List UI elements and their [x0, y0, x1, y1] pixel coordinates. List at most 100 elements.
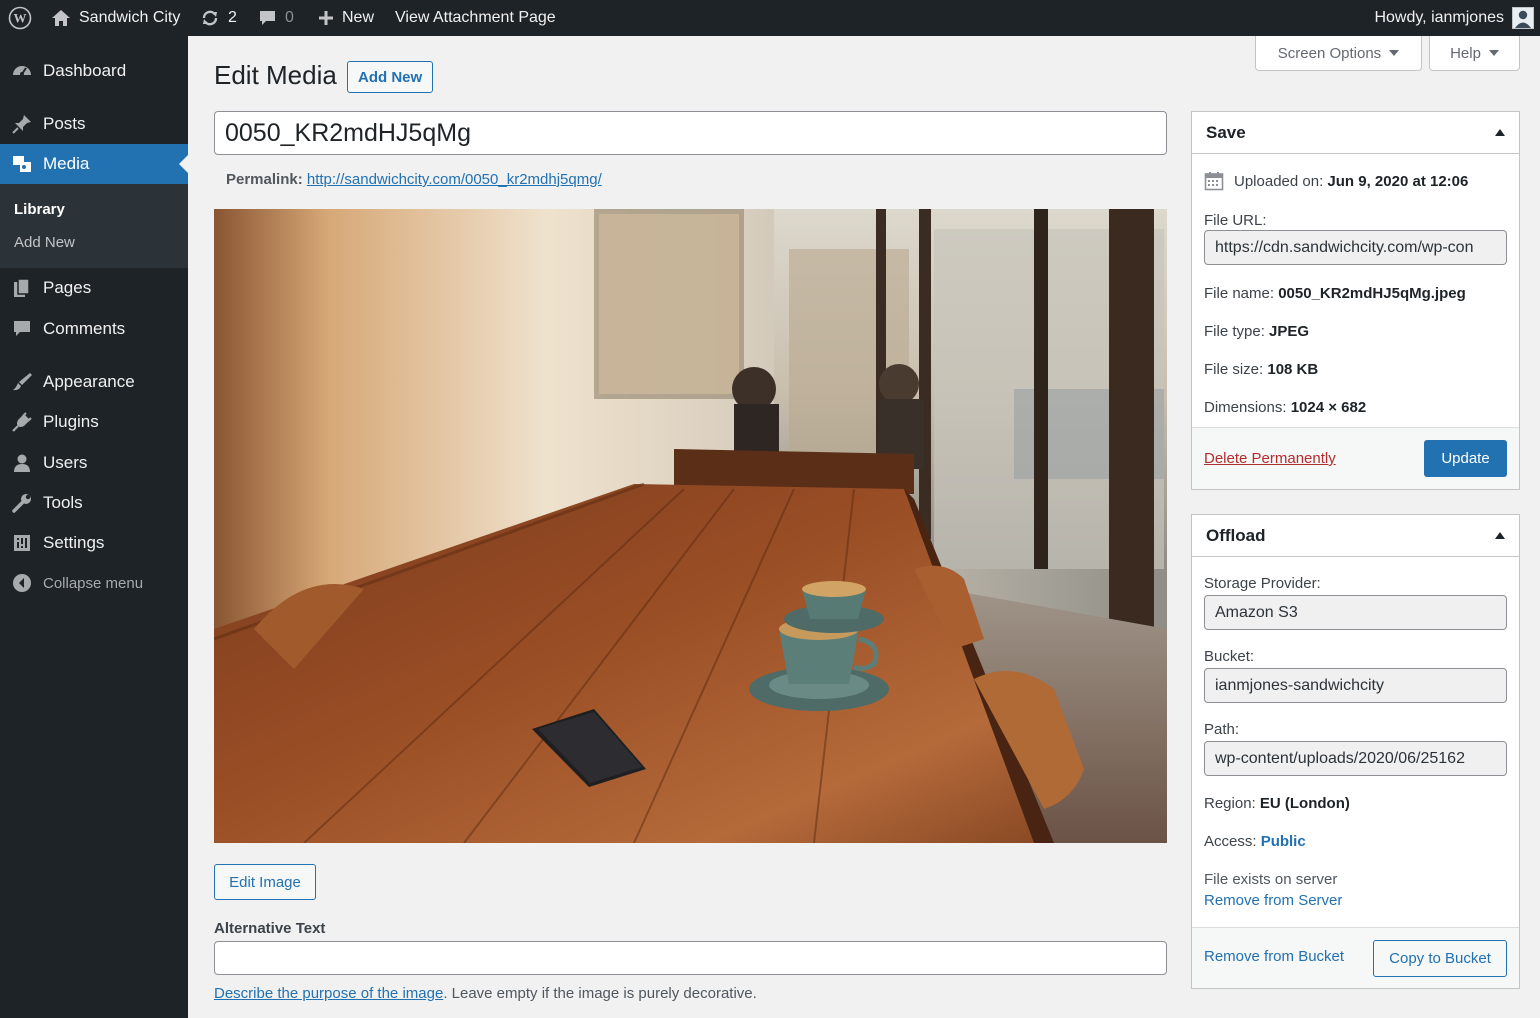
menu-users[interactable]: Users — [0, 443, 188, 483]
comments-link[interactable]: 0 — [258, 0, 294, 36]
region-label: Region: — [1204, 795, 1256, 812]
offload-box-header[interactable]: Offload — [1192, 515, 1519, 557]
plug-icon — [11, 411, 33, 433]
file-url-field[interactable]: https://cdn.sandwichcity.com/wp-con — [1204, 230, 1507, 265]
menu-label: Users — [43, 453, 88, 472]
site-name: Sandwich City — [79, 9, 181, 26]
dashboard-icon — [11, 60, 33, 82]
permalink-label: Permalink: — [226, 171, 303, 188]
bucket-label: Bucket: — [1204, 648, 1255, 665]
menu-appearance[interactable]: Appearance — [0, 362, 188, 402]
view-attachment-link[interactable]: View Attachment Page — [395, 0, 556, 36]
comments-count: 0 — [285, 9, 294, 26]
file-name-value: 0050_KR2mdHJ5qMg.jpeg — [1278, 285, 1466, 302]
menu-settings[interactable]: Settings — [0, 523, 188, 563]
plus-icon — [319, 11, 333, 25]
menu-label: Pages — [43, 278, 92, 297]
menu-plugins[interactable]: Plugins — [0, 402, 188, 442]
dimensions-label: Dimensions: — [1204, 399, 1287, 416]
updates-count: 2 — [228, 9, 237, 26]
alt-text-label: Alternative Text — [214, 920, 326, 937]
collapse-menu-button[interactable]: Collapse menu — [0, 563, 188, 603]
pin-icon — [11, 113, 33, 135]
edit-image-button[interactable]: Edit Image — [214, 864, 316, 900]
remove-from-bucket-link[interactable]: Remove from Bucket — [1204, 948, 1344, 965]
file-type-row: File type: JPEG — [1204, 323, 1309, 340]
server-status: File exists on server — [1204, 871, 1338, 888]
screen-options-button[interactable]: Screen Options — [1255, 36, 1422, 71]
alt-text-input[interactable] — [214, 941, 1167, 975]
admin-bar: W Sandwich City 2 0 New View Attachment … — [0, 0, 1540, 36]
add-new-button[interactable]: Add New — [347, 61, 434, 93]
file-type-value: JPEG — [1269, 323, 1310, 340]
help-button[interactable]: Help — [1429, 36, 1520, 71]
menu-media[interactable]: Media — [0, 144, 188, 184]
admin-menu: Dashboard Posts Media Library Add New Pa… — [0, 36, 188, 1018]
save-box: Save Uploaded on: Jun 9, 2020 at 12:06 F… — [1191, 111, 1520, 490]
caret-up-icon[interactable] — [1495, 532, 1505, 539]
wordpress-logo-icon[interactable]: W — [8, 0, 32, 36]
save-box-header[interactable]: Save — [1192, 112, 1519, 154]
media-preview-image — [214, 209, 1167, 843]
title-input[interactable] — [214, 111, 1167, 155]
site-name-link[interactable]: Sandwich City — [51, 0, 180, 36]
home-icon — [52, 10, 70, 26]
updates-link[interactable]: 2 — [200, 0, 237, 36]
file-size-label: File size: — [1204, 361, 1264, 378]
caret-down-icon — [1488, 50, 1499, 56]
remove-from-server-link[interactable]: Remove from Server — [1204, 892, 1342, 909]
my-account-link[interactable]: Howdy, ianmjones — [1374, 0, 1534, 36]
collapse-icon — [11, 572, 33, 594]
caret-down-icon — [1389, 50, 1400, 56]
menu-pages[interactable]: Pages — [0, 268, 188, 308]
media-submenu: Library Add New — [0, 184, 188, 268]
uploaded-on-row: Uploaded on: Jun 9, 2020 at 12:06 — [1204, 171, 1468, 191]
update-button[interactable]: Update — [1424, 440, 1507, 477]
updates-icon — [202, 10, 218, 26]
region-value: EU (London) — [1259, 795, 1350, 812]
settings-icon — [11, 532, 33, 554]
copy-to-bucket-button[interactable]: Copy to Bucket — [1373, 940, 1507, 977]
wrench-icon — [11, 492, 33, 514]
menu-label: Tools — [43, 493, 83, 512]
calendar-icon — [1204, 172, 1224, 191]
file-name-row: File name: 0050_KR2mdHJ5qMg.jpeg — [1204, 285, 1466, 302]
view-attachment-label: View Attachment Page — [395, 9, 556, 26]
pages-icon — [11, 277, 33, 299]
alt-text-help-link[interactable]: Describe the purpose of the image — [214, 985, 443, 1002]
path-field[interactable]: wp-content/uploads/2020/06/25162 — [1204, 741, 1507, 776]
file-size-row: File size: 108 KB — [1204, 361, 1318, 378]
storage-provider-field[interactable]: Amazon S3 — [1204, 595, 1507, 630]
access-label: Access: — [1204, 833, 1257, 850]
bucket-field[interactable]: ianmjones-sandwichcity — [1204, 668, 1507, 703]
permalink-link[interactable]: http://sandwichcity.com/0050_kr2mdhj5qmg… — [307, 171, 602, 188]
comment-icon — [11, 318, 33, 340]
path-label: Path: — [1204, 721, 1240, 738]
file-name-label: File name: — [1204, 285, 1275, 302]
new-content-link[interactable]: New — [318, 0, 374, 36]
user-icon — [11, 452, 33, 474]
file-type-label: File type: — [1204, 323, 1265, 340]
comment-icon — [260, 11, 275, 25]
submenu-library[interactable]: Library — [14, 201, 65, 218]
svg-text:W: W — [14, 11, 27, 26]
dimensions-row: Dimensions: 1024 × 682 — [1204, 399, 1366, 416]
menu-label: Plugins — [43, 412, 99, 431]
menu-label: Settings — [43, 533, 105, 552]
alt-text-help-rest: . Leave empty if the image is purely dec… — [443, 985, 757, 1002]
menu-posts[interactable]: Posts — [0, 104, 188, 144]
uploaded-value: Jun 9, 2020 at 12:06 — [1327, 172, 1469, 190]
access-value[interactable]: Public — [1261, 833, 1306, 850]
new-label: New — [342, 9, 375, 26]
menu-label: Appearance — [43, 372, 135, 391]
uploaded-label: Uploaded on: — [1234, 172, 1324, 190]
access-row: Access: Public — [1204, 833, 1306, 850]
file-size-value: 108 KB — [1267, 361, 1319, 378]
delete-permanently-link[interactable]: Delete Permanently — [1204, 450, 1336, 467]
menu-dashboard[interactable]: Dashboard — [0, 51, 188, 91]
menu-tools[interactable]: Tools — [0, 483, 188, 523]
menu-comments[interactable]: Comments — [0, 309, 188, 349]
submenu-add-new[interactable]: Add New — [14, 234, 75, 251]
storage-provider-label: Storage Provider: — [1204, 575, 1321, 592]
caret-up-icon[interactable] — [1495, 129, 1505, 136]
